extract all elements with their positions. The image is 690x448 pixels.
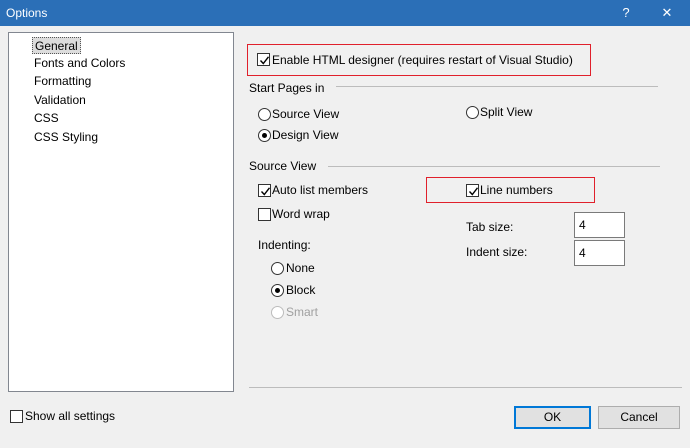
design-view-radio[interactable]: [258, 129, 271, 142]
source-view-radio[interactable]: [258, 108, 271, 121]
tab-size-input[interactable]: 4: [574, 212, 625, 238]
show-all-settings-checkbox[interactable]: [10, 410, 23, 423]
ok-button[interactable]: OK: [514, 406, 591, 429]
auto-list-members-checkbox[interactable]: [258, 184, 271, 197]
line-numbers-checkbox[interactable]: [466, 184, 479, 197]
source-view-heading: Source View: [249, 159, 317, 173]
tree-item-fonts-and-colors[interactable]: Fonts and Colors: [32, 55, 127, 72]
indenting-heading: Indenting:: [258, 238, 311, 252]
checkmark-icon: [260, 187, 271, 196]
close-button[interactable]: ✕: [647, 0, 687, 26]
options-tree[interactable]: General Fonts and Colors Formatting Vali…: [8, 32, 234, 392]
indent-none-radio[interactable]: [271, 262, 284, 275]
checkmark-icon: [259, 56, 270, 65]
radio-dot-icon: [275, 288, 280, 293]
show-all-settings-label: Show all settings: [25, 409, 116, 423]
cancel-button[interactable]: Cancel: [598, 406, 680, 429]
help-button[interactable]: ?: [606, 0, 646, 26]
tree-item-css-styling[interactable]: CSS Styling: [32, 129, 100, 146]
split-view-label: Split View: [480, 105, 533, 119]
word-wrap-label: Word wrap: [272, 207, 330, 221]
source-view-divider: [328, 166, 660, 167]
indent-smart-label: Smart: [286, 305, 319, 319]
checkmark-icon: [468, 187, 479, 196]
tab-size-label: Tab size:: [466, 220, 514, 234]
line-numbers-label: Line numbers: [480, 183, 553, 197]
tree-item-validation[interactable]: Validation: [32, 92, 88, 109]
tree-item-css[interactable]: CSS: [32, 110, 61, 127]
auto-list-members-label: Auto list members: [272, 183, 369, 197]
indent-size-label: Indent size:: [466, 245, 528, 259]
footer-divider: [249, 387, 682, 388]
split-view-radio[interactable]: [466, 106, 479, 119]
indent-block-radio[interactable]: [271, 284, 284, 297]
source-view-label: Source View: [272, 107, 340, 121]
title-bar: Options ? ✕: [0, 0, 690, 26]
start-pages-divider: [336, 86, 658, 87]
window-title: Options: [6, 6, 48, 20]
design-view-label: Design View: [272, 128, 339, 142]
indent-block-label: Block: [286, 283, 316, 297]
enable-designer-checkbox[interactable]: [257, 53, 270, 66]
start-pages-heading: Start Pages in: [249, 81, 325, 95]
enable-designer-label: Enable HTML designer (requires restart o…: [272, 53, 573, 67]
indent-none-label: None: [286, 261, 315, 275]
tree-item-formatting[interactable]: Formatting: [32, 73, 93, 90]
tree-item-general[interactable]: General: [32, 37, 81, 54]
indent-size-input[interactable]: 4: [574, 240, 625, 266]
indent-smart-radio: [271, 306, 284, 319]
radio-dot-icon: [262, 133, 267, 138]
word-wrap-checkbox[interactable]: [258, 208, 271, 221]
